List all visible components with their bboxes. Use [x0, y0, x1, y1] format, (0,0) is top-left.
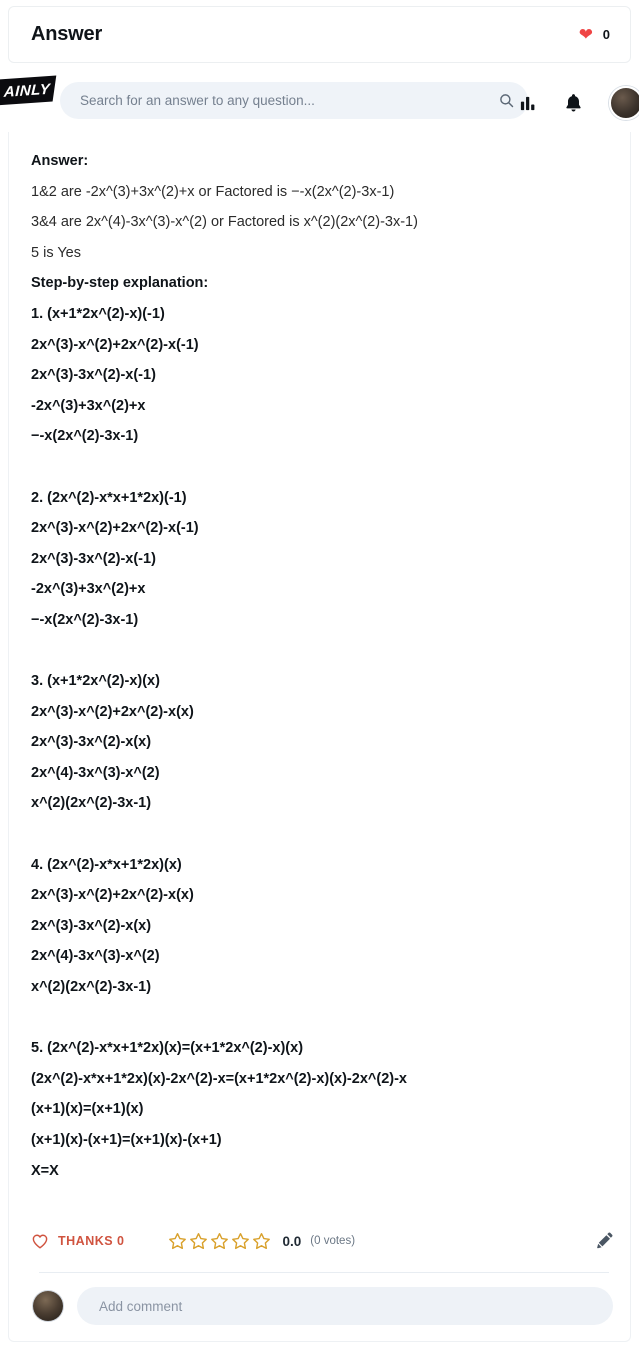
notification-bell-icon[interactable]: [564, 93, 583, 113]
star-icon[interactable]: [252, 1232, 271, 1251]
rating-votes: (0 votes): [310, 1235, 356, 1247]
pencil-edit-icon: [596, 1232, 616, 1254]
brand-logo-text: AINLY: [3, 80, 51, 101]
search-icon[interactable]: [499, 93, 514, 108]
rating-value: 0.0: [282, 1233, 302, 1249]
step-line: x^(2)(2x^(2)-3x-1): [31, 795, 152, 812]
star-icon[interactable]: [189, 1232, 208, 1251]
step-line: (x+1)(x)=(x+1)(x): [31, 1101, 144, 1118]
step-line: 2x^(3)-x^(2)+2x^(2)-x(-1): [31, 520, 199, 537]
answer-header-card: Answer ❤ 0: [8, 6, 631, 63]
step-line: 2x^(4)-3x^(3)-x^(2): [31, 764, 160, 781]
navbar-icon-group: [519, 86, 639, 120]
answer-content: Answer: 1&2 are -2x^(3)+3x^(2)+x or Fact…: [31, 146, 612, 1186]
answer-likes[interactable]: ❤ 0: [578, 24, 610, 44]
footer-divider: [39, 1272, 609, 1273]
add-comment-row: [33, 1284, 613, 1328]
heart-filled-icon: ❤: [578, 24, 594, 44]
answer-summary-line: 3&4 are 2x^(4)-3x^(3)-x^(2) or Factored …: [31, 214, 418, 231]
step-line: -2x^(3)+3x^(2)+x: [31, 581, 146, 598]
star-icon[interactable]: [231, 1232, 250, 1251]
step-line: 1. (x+1*2x^(2)-x)(-1): [31, 305, 165, 322]
step-line: 2x^(3)-x^(2)+2x^(2)-x(x): [31, 887, 194, 904]
step-line: 2x^(4)-3x^(3)-x^(2): [31, 948, 160, 965]
step-line: (2x^(2)-x*x+1*2x)(x)-2x^(2)-x=(x+1*2x^(2…: [31, 1070, 407, 1087]
step-line: 5. (2x^(2)-x*x+1*2x)(x)=(x+1*2x^(2)-x)(x…: [31, 1040, 304, 1057]
step-line: 2x^(3)-3x^(2)-x(-1): [31, 550, 156, 567]
step-line: 2x^(3)-x^(2)+2x^(2)-x(x): [31, 703, 194, 720]
step-line: 3. (x+1*2x^(2)-x)(x): [31, 673, 160, 690]
step-spacer: [31, 452, 612, 483]
search-bar[interactable]: [60, 82, 528, 119]
answer-summary-line: 1&2 are -2x^(3)+3x^(2)+x or Factored is …: [31, 183, 395, 200]
star-icon[interactable]: [168, 1232, 187, 1251]
explanation-heading: Step-by-step explanation:: [31, 275, 209, 292]
rating-block: 0.0 (0 votes): [168, 1232, 356, 1251]
answer-summary-line: 5 is Yes: [31, 244, 81, 261]
step-line: X=X: [31, 1162, 59, 1179]
comment-input[interactable]: [97, 1297, 593, 1315]
answer-footer-actions: THANKS 0 0.0 (0 votes): [31, 1214, 616, 1268]
step-line: (x+1)(x)-(x+1)=(x+1)(x)-(x+1): [31, 1132, 222, 1148]
step-line: 2x^(3)-3x^(2)-x(x): [31, 734, 152, 751]
step-line: 2x^(3)-3x^(2)-x(-1): [31, 367, 156, 384]
heart-outline-icon: [31, 1233, 49, 1250]
answer-heading: Answer:: [31, 153, 89, 169]
step-line: 2x^(3)-x^(2)+2x^(2)-x(-1): [31, 336, 199, 353]
user-avatar-icon[interactable]: [609, 86, 639, 120]
step-spacer: [31, 1003, 612, 1034]
step-line: 4. (2x^(2)-x*x+1*2x)(x): [31, 856, 182, 873]
step-line: x^(2)(2x^(2)-3x-1): [31, 979, 152, 996]
step-line: −-x(2x^(2)-3x-1): [31, 611, 139, 628]
thanks-button[interactable]: THANKS 0: [31, 1233, 125, 1250]
step-spacer: [31, 636, 612, 667]
stats-bar-chart-icon[interactable]: [519, 94, 538, 113]
answer-body-card: Answer: 1&2 are -2x^(3)+3x^(2)+x or Fact…: [8, 132, 631, 1342]
avatar: [33, 1291, 63, 1321]
thanks-label: THANKS 0: [58, 1234, 125, 1248]
step-spacer: [31, 819, 612, 850]
page-title: Answer: [31, 23, 103, 45]
step-line: 2x^(3)-3x^(2)-x(x): [31, 917, 152, 934]
comment-input-wrapper[interactable]: [77, 1287, 613, 1325]
step-line: -2x^(3)+3x^(2)+x: [31, 397, 146, 414]
search-input[interactable]: [78, 92, 499, 109]
star-icon[interactable]: [210, 1232, 229, 1251]
likes-count: 0: [602, 27, 610, 42]
star-rating[interactable]: [168, 1232, 271, 1251]
step-line: −-x(2x^(2)-3x-1): [31, 428, 139, 445]
edit-answer-button[interactable]: [596, 1231, 616, 1251]
step-line: 2. (2x^(2)-x*x+1*2x)(-1): [31, 489, 187, 506]
